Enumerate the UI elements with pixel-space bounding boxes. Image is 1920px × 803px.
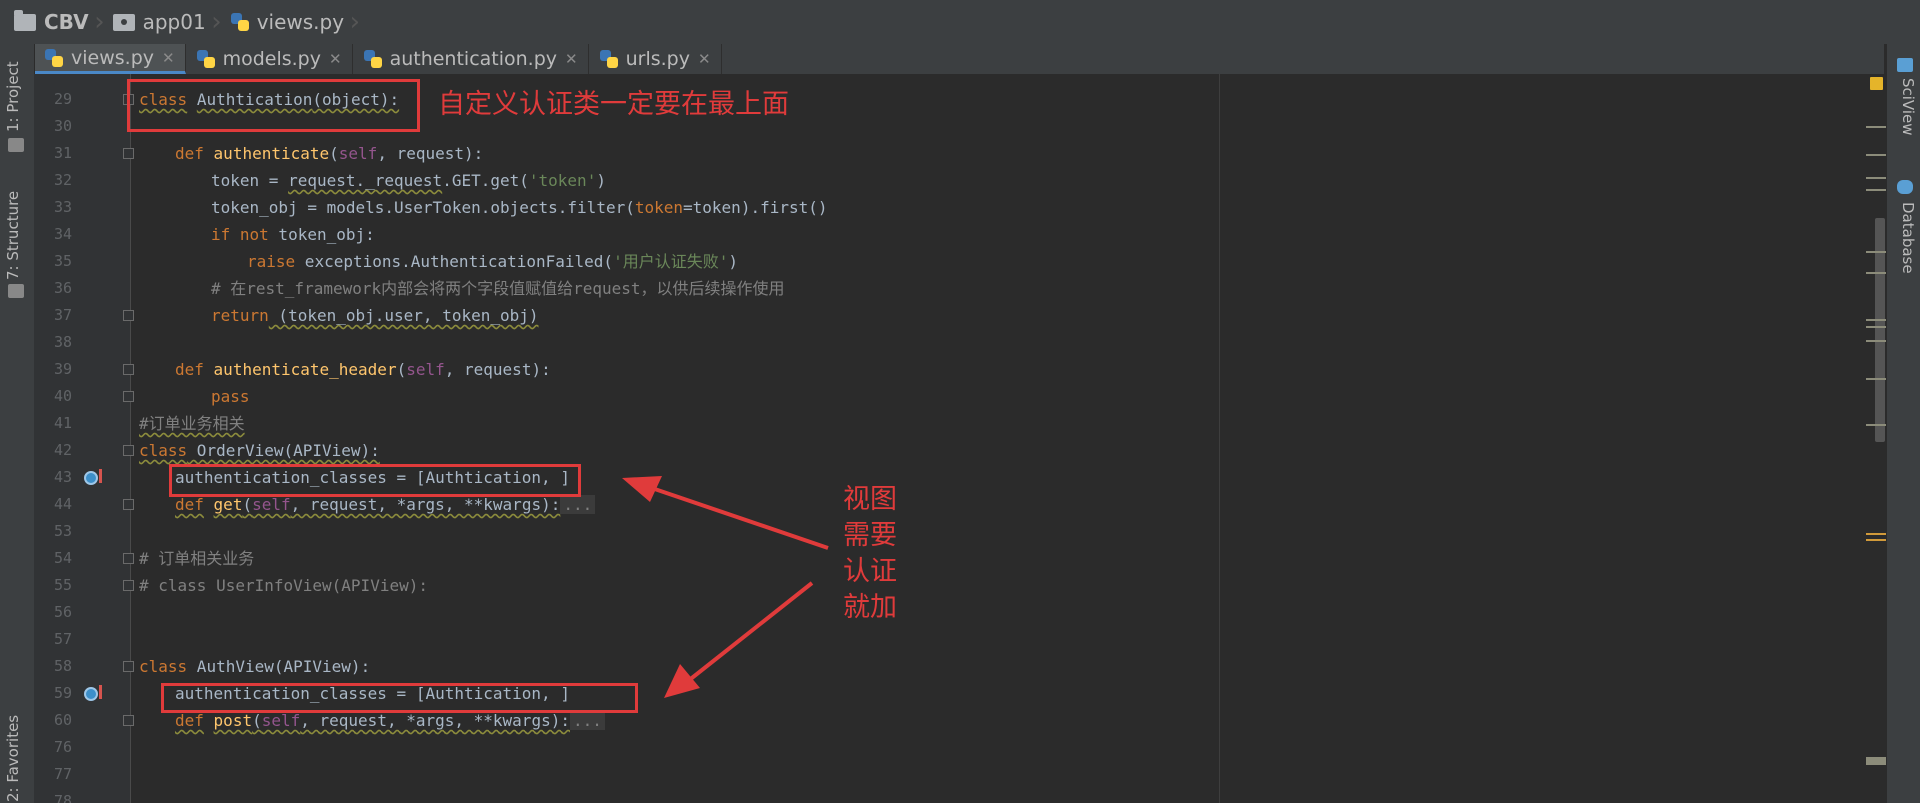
arrow-to-line43 xyxy=(622,476,829,550)
annotation-arrows xyxy=(622,476,829,698)
arrow-to-line59 xyxy=(664,581,814,698)
